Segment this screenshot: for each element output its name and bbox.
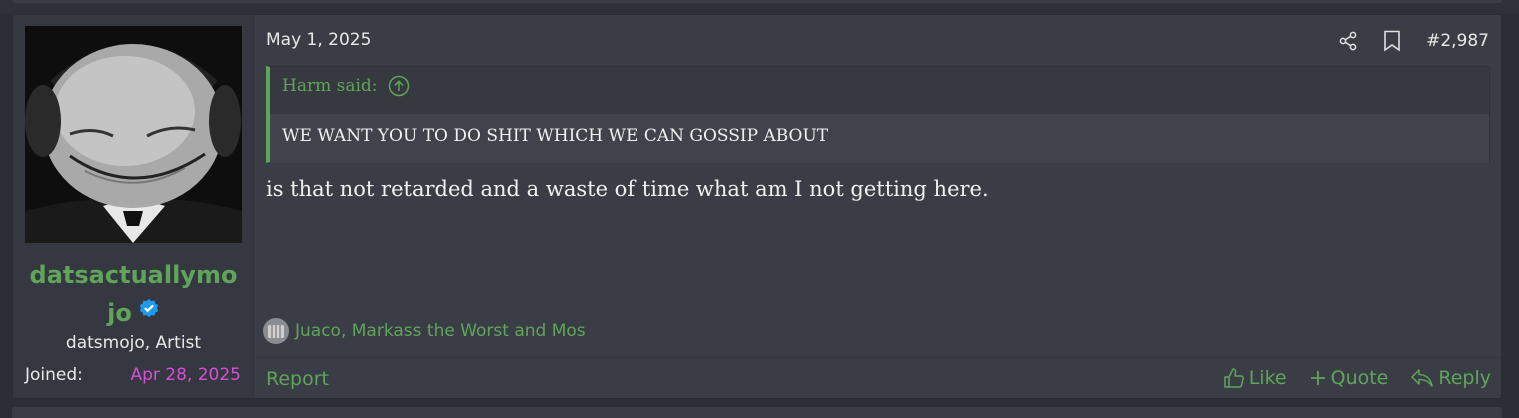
joined-date: Apr 28, 2025 — [130, 365, 241, 385]
joined-label: Joined: — [25, 365, 83, 385]
like-button[interactable]: Like — [1223, 367, 1287, 389]
username-line-1: datsactuallymo — [29, 261, 238, 289]
report-link[interactable]: Report — [266, 368, 329, 390]
quote-author: Harm said: — [282, 76, 378, 96]
post-actions: Like Quote Reply — [1223, 367, 1491, 389]
bookmark-icon[interactable] — [1382, 30, 1402, 52]
quote-header[interactable]: Harm said: — [282, 75, 410, 97]
avatar[interactable] — [25, 26, 242, 243]
user-title: datsmojo, Artist — [65, 333, 202, 353]
reactions-bar[interactable]: Juaco, Markass the Worst and Mos — [263, 318, 586, 344]
username[interactable]: datsactuallymo jo — [13, 256, 254, 332]
share-icon[interactable] — [1338, 30, 1358, 52]
verified-badge-icon — [138, 293, 160, 331]
next-post-edge — [12, 407, 1502, 418]
quote-label: Quote — [1330, 367, 1389, 389]
post-date[interactable]: May 1, 2025 — [266, 30, 371, 50]
reaction-icon — [263, 318, 289, 344]
quote-text: WE WANT YOU TO DO SHIT WHICH WE CAN GOSS… — [270, 114, 1489, 163]
thumbs-up-icon — [1223, 368, 1244, 388]
post-number[interactable]: #2,987 — [1426, 31, 1489, 51]
arrow-up-circle-icon[interactable] — [388, 75, 410, 97]
post-footer: Report Like Quote Reply — [254, 357, 1501, 398]
reactions-list[interactable]: Juaco, Markass the Worst and Mos — [295, 321, 586, 341]
like-label: Like — [1248, 367, 1287, 389]
reply-label: Reply — [1438, 367, 1491, 389]
plus-icon — [1310, 371, 1325, 385]
previous-post-edge — [0, 0, 1519, 14]
post-user-sidebar: datsactuallymo jo datsmojo, Artist Joine… — [13, 15, 254, 398]
post-tools: #2,987 — [1338, 28, 1489, 54]
reply-icon — [1411, 369, 1434, 387]
username-line-2: jo — [107, 299, 132, 327]
quote-block: Harm said: WE WANT YOU TO DO SHIT WHICH … — [266, 66, 1490, 163]
forum-post: datsactuallymo jo datsmojo, Artist Joine… — [12, 14, 1502, 399]
quote-button[interactable]: Quote — [1309, 367, 1389, 389]
post-message: is that not retarded and a waste of time… — [266, 177, 989, 201]
reply-button[interactable]: Reply — [1410, 367, 1491, 389]
